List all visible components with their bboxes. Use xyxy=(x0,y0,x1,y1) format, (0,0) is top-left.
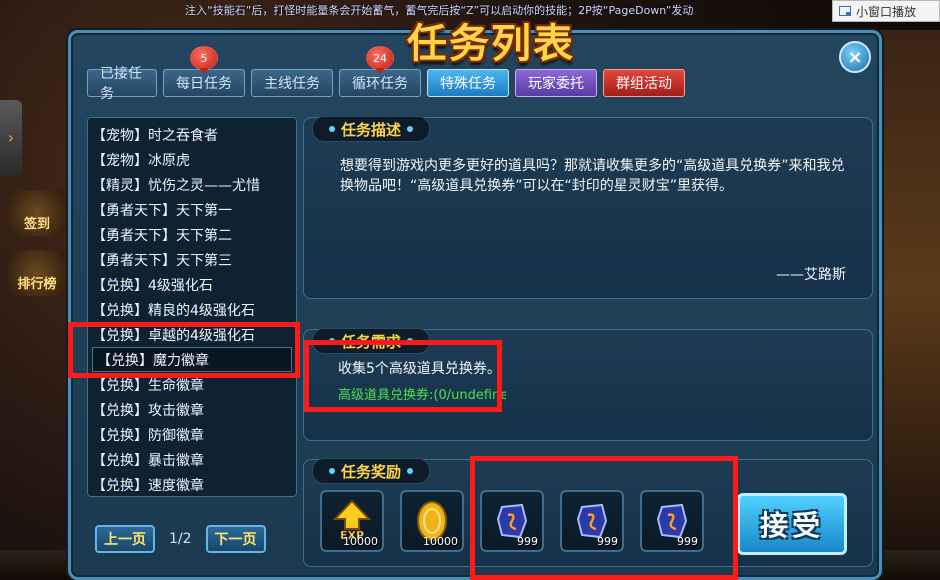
list-item-selected[interactable]: 【兑换】魔力徽章 xyxy=(92,347,292,372)
quest-dialog: 任务列表 × 已接任务 5 每日任务 主线任务 24 循环任务 特殊任务 玩家委… xyxy=(68,21,882,580)
side-expand-button[interactable]: › xyxy=(0,100,22,175)
mini-window-label: 小窗口播放 xyxy=(856,4,917,19)
requirement-title: 任务需求 xyxy=(312,328,431,354)
reward-rune[interactable]: 999 xyxy=(480,490,544,552)
bullet-icon xyxy=(407,338,414,344)
quest-tabs: 已接任务 5 每日任务 主线任务 24 循环任务 特殊任务 玩家委托 群组活动 xyxy=(87,46,685,102)
next-page-button[interactable]: 下一页 xyxy=(205,525,266,553)
game-background-right xyxy=(880,30,940,550)
mini-window-icon xyxy=(839,6,851,16)
tab-special[interactable]: 特殊任务 xyxy=(427,69,509,97)
reward-gold[interactable]: 10000 xyxy=(400,490,464,552)
list-item[interactable]: 【宠物】冰原虎 xyxy=(88,147,296,172)
list-item[interactable]: 【兑换】生命徽章 xyxy=(88,372,296,397)
list-item[interactable]: 【勇者天下】天下第三 xyxy=(88,247,296,272)
list-item[interactable]: 【兑换】4级强化石 xyxy=(88,272,296,297)
list-item[interactable]: 【宠物】时之吞食者 xyxy=(88,122,296,147)
list-item[interactable]: 【兑换】暴击徽章 xyxy=(88,447,296,472)
reward-qty: 10000 xyxy=(343,535,378,548)
reward-exp[interactable]: EXP 10000 xyxy=(320,490,384,552)
list-item[interactable]: 【兑换】攻击徽章 xyxy=(88,397,296,422)
list-item[interactable]: 【兑换】卓越的4级强化石 xyxy=(88,322,296,347)
description-text: 想要得到游戏内更多更好的道具吗？那就请收集更多的“高级道具兑换券”来和我兑换物品… xyxy=(340,158,845,194)
reward-rune[interactable]: 999 xyxy=(640,490,704,552)
requirement-panel: 任务需求 收集5个高级道具兑换券。 高级道具兑换券:(0/undefined) xyxy=(303,328,873,441)
tab-main[interactable]: 主线任务 xyxy=(251,69,333,97)
bullet-icon xyxy=(407,468,414,474)
close-button[interactable]: × xyxy=(839,41,871,73)
list-item[interactable]: 【兑换】防御徽章 xyxy=(88,422,296,447)
list-item[interactable]: 【精灵】忧伤之灵——尤惜 xyxy=(88,172,296,197)
description-signature: ——艾路斯 xyxy=(776,267,846,283)
loop-count-badge: 24 xyxy=(366,46,394,70)
accept-button[interactable]: 接受 xyxy=(737,493,847,555)
list-item[interactable]: 【勇者天下】天下第二 xyxy=(88,222,296,247)
description-title: 任务描述 xyxy=(312,116,431,142)
tab-group-event[interactable]: 群组活动 xyxy=(603,69,685,97)
rewards-title: 任务奖励 xyxy=(312,458,431,484)
tab-loop[interactable]: 24 循环任务 xyxy=(339,46,421,97)
reward-qty: 10000 xyxy=(423,535,458,548)
quest-list: 【宠物】时之吞食者 【宠物】冰原虎 【精灵】忧伤之灵——尤惜 【勇者天下】天下第… xyxy=(87,117,297,497)
bullet-icon xyxy=(329,126,335,132)
bullet-icon xyxy=(407,126,414,132)
requirement-progress: 高级道具兑换券:(0/undefined) xyxy=(338,388,506,403)
list-item[interactable]: 【兑换】精良的4级强化石 xyxy=(88,297,296,322)
daily-count-badge: 5 xyxy=(190,46,218,70)
tab-daily[interactable]: 5 每日任务 xyxy=(163,46,245,97)
ranking-button[interactable]: 排行榜 xyxy=(8,250,66,296)
close-icon: × xyxy=(847,46,863,68)
page-indicator: 1/2 xyxy=(169,531,192,547)
bullet-icon xyxy=(329,468,335,474)
dialog-title: 任务列表 xyxy=(407,21,575,67)
requirement-text: 收集5个高级道具兑换券。 xyxy=(338,361,501,377)
reward-list: EXP 10000 10000 999 999 999 xyxy=(320,490,704,552)
prev-page-button[interactable]: 上一页 xyxy=(95,525,155,553)
pagination: 上一页 1/2 下一页 xyxy=(95,525,266,553)
mini-window-button[interactable]: 小窗口播放 xyxy=(832,0,940,22)
tab-player-request[interactable]: 玩家委托 xyxy=(515,69,597,97)
reward-qty: 999 xyxy=(517,535,538,548)
list-item[interactable]: 【勇者天下】天下第一 xyxy=(88,197,296,222)
tab-accepted[interactable]: 已接任务 xyxy=(87,66,157,102)
sign-in-button[interactable]: 签到 xyxy=(8,190,66,236)
list-item[interactable]: 【兑换】速度徽章 xyxy=(88,472,296,497)
reward-qty: 999 xyxy=(597,535,618,548)
reward-qty: 999 xyxy=(677,535,698,548)
bullet-icon xyxy=(329,338,335,344)
reward-rune[interactable]: 999 xyxy=(560,490,624,552)
description-panel: 任务描述 想要得到游戏内更多更好的道具吗？那就请收集更多的“高级道具兑换券”来和… xyxy=(303,116,873,299)
